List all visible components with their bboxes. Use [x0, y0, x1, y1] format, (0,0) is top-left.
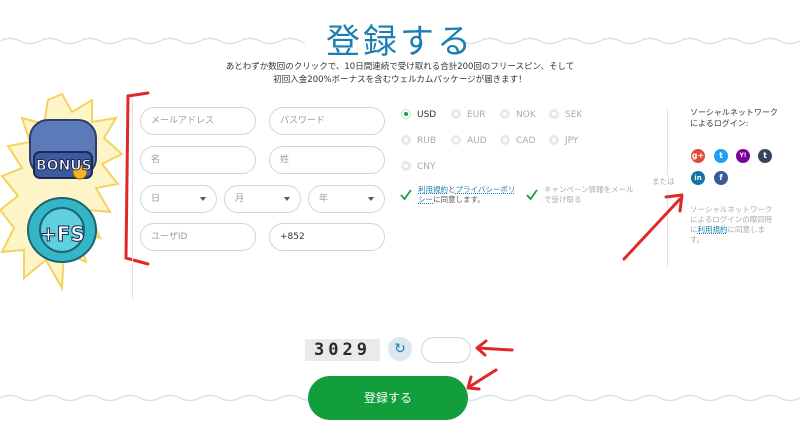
terms-conjunction: と: [448, 185, 456, 194]
terms-suffix: に同意します。: [433, 195, 485, 204]
birth-year-select[interactable]: 年: [308, 185, 385, 213]
birth-day-label: 日: [151, 194, 161, 204]
radio-dot: [500, 109, 510, 119]
radio-dot: [549, 135, 559, 145]
userid-field[interactable]: ユーザID: [140, 223, 256, 251]
terms-text: 利用規約とプライバシーポリシーに同意します。: [418, 185, 518, 205]
radio-dot: [451, 109, 461, 119]
subtitle-line-1: あとわずか数回のクリックで、10日間連続で受け取れる合計200回のフリースピン、…: [225, 62, 575, 72]
yahoo-icon[interactable]: Y!: [736, 149, 750, 163]
birth-month-label: 月: [235, 194, 245, 204]
currency-label: AUD: [467, 136, 487, 146]
form-divider-left: [132, 100, 133, 300]
campaign-checkbox[interactable]: [526, 186, 538, 201]
currency-label: JPY: [565, 136, 579, 146]
radio-dot: [500, 135, 510, 145]
terms-link[interactable]: 利用規約: [418, 185, 448, 194]
subtitle-line-2: 初回入金200%ボーナスを含むウェルカムパッケージが届きます！: [273, 75, 527, 85]
captcha-text: 3029: [314, 340, 371, 360]
chevron-down-icon: [284, 197, 290, 201]
email-field[interactable]: メールアドレス: [140, 107, 256, 135]
page-subtitle: あとわずか数回のクリックで、10日間連続で受け取れる合計200回のフリースピン、…: [180, 61, 620, 87]
annotation-arrow-social: [622, 193, 684, 261]
birth-day-select[interactable]: 日: [140, 185, 217, 213]
chevron-down-icon: [200, 197, 206, 201]
tumblr-icon[interactable]: t: [758, 149, 772, 163]
chevron-down-icon: [368, 197, 374, 201]
page-title: 登録する: [326, 22, 474, 62]
social-login-heading: ソーシャルネットワークによるログイン:: [690, 108, 778, 128]
linkedin-icon[interactable]: in: [691, 171, 705, 185]
currency-label: CNY: [417, 162, 436, 172]
phone-field[interactable]: +852: [269, 223, 385, 251]
captcha-image: 3029: [305, 339, 380, 361]
google-plus-icon[interactable]: g+: [691, 149, 705, 163]
birth-year-label: 年: [319, 194, 329, 204]
radio-dot: [401, 161, 411, 171]
terms-checkbox[interactable]: [400, 186, 412, 201]
annotation-arrow-captcha: [475, 339, 514, 357]
captcha-input[interactable]: [421, 337, 471, 363]
free-spins-badge-text: +FS: [40, 222, 86, 247]
annotation-arrow-submit: [466, 368, 498, 391]
bonus-badge-text: BONUS: [36, 158, 93, 175]
twitter-icon[interactable]: t: [714, 149, 728, 163]
currency-label: NOK: [516, 110, 536, 120]
bonus-illustration: [0, 92, 124, 292]
first-name-field[interactable]: 名: [140, 146, 256, 174]
checkmark-icon: [526, 189, 538, 201]
currency-label: SEK: [565, 110, 583, 120]
radio-dot: [549, 109, 559, 119]
social-terms-link[interactable]: 利用規約: [698, 225, 728, 234]
last-name-field[interactable]: 姓: [269, 146, 385, 174]
refresh-captcha-icon[interactable]: ↻: [388, 337, 412, 361]
radio-dot: [451, 135, 461, 145]
social-login-note: ソーシャルネットワークによるログインの際同時に利用規約に同意します。: [690, 205, 776, 245]
radio-dot: [401, 135, 411, 145]
radio-dot: [401, 109, 411, 119]
currency-label: CAD: [516, 136, 536, 146]
checkmark-icon: [400, 189, 412, 201]
currency-label: EUR: [467, 110, 486, 120]
password-field[interactable]: パスワード: [269, 107, 385, 135]
facebook-icon[interactable]: f: [714, 171, 728, 185]
currency-label: RUB: [417, 136, 437, 146]
birth-month-select[interactable]: 月: [224, 185, 301, 213]
register-button[interactable]: 登録する: [308, 376, 468, 420]
currency-label: USD: [417, 110, 437, 120]
